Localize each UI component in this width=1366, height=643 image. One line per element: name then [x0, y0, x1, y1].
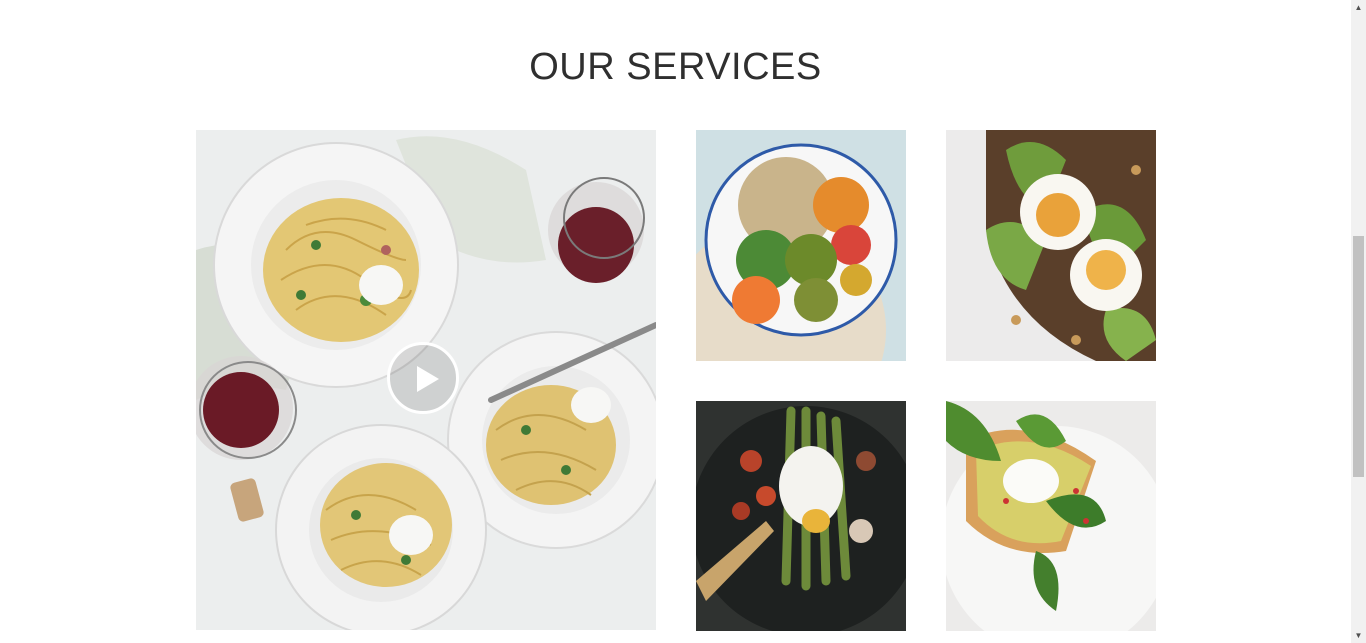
- video-thumbnail[interactable]: [196, 130, 656, 630]
- avocado-egg-toast-photo: [946, 130, 1156, 361]
- play-button[interactable]: [387, 342, 459, 414]
- section-title: OUR SERVICES: [529, 46, 822, 88]
- services-section: OUR SERVICES: [0, 0, 1351, 643]
- asparagus-poached-egg-photo: [696, 401, 906, 631]
- gallery-image-3[interactable]: [696, 401, 906, 631]
- gallery-image-2[interactable]: [946, 130, 1156, 361]
- gallery-image-1[interactable]: [696, 130, 906, 361]
- scroll-down-arrow-icon[interactable]: ▼: [1351, 628, 1366, 643]
- spinach-egg-toast-photo: [946, 401, 1156, 631]
- scrollbar-thumb[interactable]: [1353, 236, 1364, 477]
- gallery-image-4[interactable]: [946, 401, 1156, 631]
- play-icon: [417, 366, 439, 392]
- veggie-bowl-photo: [696, 130, 906, 361]
- page: OUR SERVICES ▲ ▼: [0, 0, 1366, 643]
- vertical-scrollbar[interactable]: ▲ ▼: [1351, 0, 1366, 643]
- scroll-up-arrow-icon[interactable]: ▲: [1351, 0, 1366, 15]
